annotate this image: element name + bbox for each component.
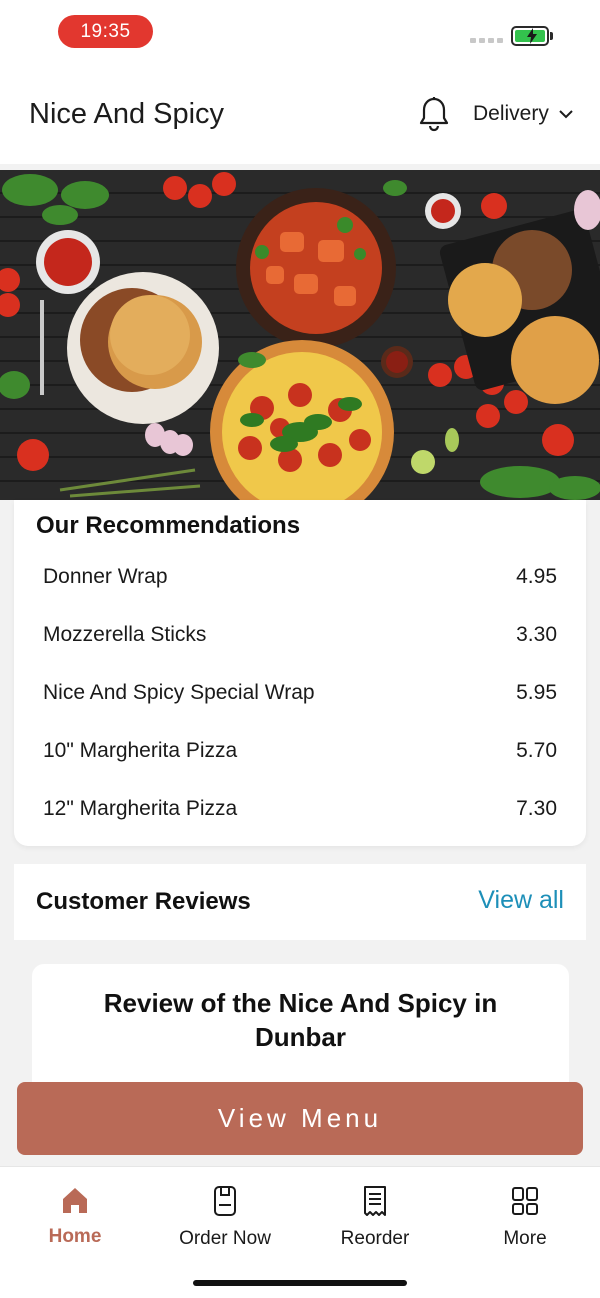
- view-menu-button[interactable]: View Menu: [17, 1082, 583, 1155]
- item-price: 3.30: [516, 623, 557, 646]
- item-price: 5.70: [516, 739, 557, 762]
- nav-label-order-now: Order Now: [179, 1228, 271, 1249]
- reviews-title: Customer Reviews: [36, 888, 251, 915]
- delivery-selector[interactable]: Delivery: [473, 102, 573, 126]
- nav-item-more[interactable]: More: [460, 1185, 590, 1250]
- receipt-icon: [364, 1186, 386, 1216]
- view-all-link[interactable]: View all: [478, 886, 564, 915]
- recommendation-item[interactable]: 10" Margherita Pizza 5.70: [43, 731, 557, 771]
- item-name: 10" Margherita Pizza: [43, 739, 238, 762]
- app-header: Nice And Spicy Delivery: [0, 64, 600, 164]
- nav-label-more: More: [503, 1228, 547, 1249]
- nav-item-home[interactable]: Home: [10, 1185, 140, 1248]
- review-card[interactable]: Review of the Nice And Spicy in Dunbar: [32, 964, 569, 1094]
- reviews-header: Customer Reviews View all: [14, 864, 586, 940]
- grid-icon: [512, 1187, 538, 1215]
- battery-cap: [550, 32, 553, 40]
- item-name: 12" Margherita Pizza: [43, 797, 238, 820]
- battery-icon: [511, 26, 549, 46]
- item-name: Mozzerella Sticks: [43, 623, 207, 646]
- bottom-nav: Home Order Now Reorder More: [0, 1166, 600, 1298]
- nav-item-order-now[interactable]: Order Now: [160, 1185, 290, 1250]
- chevron-down-icon: [559, 109, 573, 118]
- item-name: Donner Wrap: [43, 565, 168, 588]
- nav-label-home: Home: [48, 1226, 102, 1247]
- recommendation-item[interactable]: 12" Margherita Pizza 7.30: [43, 789, 557, 829]
- signal-icon: [470, 38, 504, 44]
- recommendation-item[interactable]: Donner Wrap 4.95: [43, 557, 557, 597]
- item-price: 4.95: [516, 565, 557, 588]
- app-title: Nice And Spicy: [29, 98, 225, 130]
- status-bar: 19:35: [0, 0, 600, 64]
- home-indicator: [193, 1280, 407, 1286]
- review-card-title: Review of the Nice And Spicy in Dunbar: [103, 988, 498, 1052]
- recommendations-title: Our Recommendations: [36, 512, 301, 539]
- recommendation-item[interactable]: Nice And Spicy Special Wrap 5.95: [43, 673, 557, 713]
- nav-label-reorder: Reorder: [340, 1228, 410, 1249]
- recommendation-item[interactable]: Mozzerella Sticks 3.30: [43, 615, 557, 655]
- item-price: 7.30: [516, 797, 557, 820]
- status-time: 19:35: [58, 15, 153, 48]
- delivery-label: Delivery: [473, 102, 549, 125]
- home-icon: [63, 1188, 87, 1213]
- item-name: Nice And Spicy Special Wrap: [43, 681, 315, 704]
- hero-food-image: [0, 170, 600, 500]
- order-icon: [214, 1186, 236, 1216]
- bell-icon[interactable]: [418, 96, 450, 137]
- item-price: 5.95: [516, 681, 557, 704]
- nav-item-reorder[interactable]: Reorder: [310, 1185, 440, 1250]
- recommendations-card: Our Recommendations Donner Wrap 4.95 Moz…: [14, 500, 586, 846]
